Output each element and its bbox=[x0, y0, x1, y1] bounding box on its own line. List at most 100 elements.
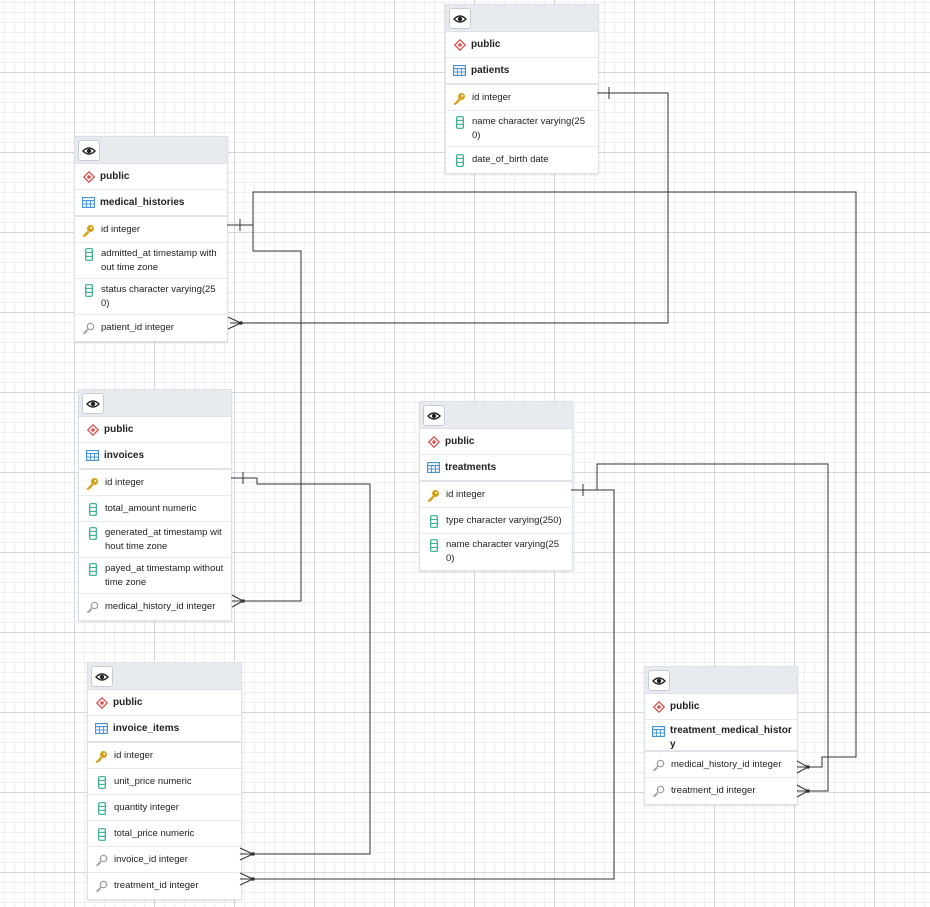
node-header bbox=[446, 5, 598, 32]
column-label: id integer bbox=[472, 92, 512, 103]
column-row[interactable]: status character varying(250) bbox=[75, 279, 227, 315]
column-row[interactable]: id integer bbox=[420, 482, 572, 508]
node-header bbox=[75, 137, 227, 164]
column-row[interactable]: treatment_id integer bbox=[645, 778, 797, 804]
link-items-invoice bbox=[231, 472, 371, 861]
eye-icon[interactable] bbox=[423, 405, 445, 426]
column-row[interactable]: id integer bbox=[79, 470, 231, 496]
table-node-patients[interactable]: public patients id integer name characte… bbox=[445, 4, 599, 174]
table-grid-icon bbox=[427, 461, 440, 474]
column-label: status character varying(250) bbox=[101, 284, 216, 309]
column-label: treatment_id integer bbox=[671, 785, 756, 796]
foreign-key-icon bbox=[86, 600, 99, 614]
column-row[interactable]: date_of_birth date bbox=[446, 147, 598, 173]
table-grid-icon bbox=[82, 196, 95, 209]
column-row[interactable]: id integer bbox=[446, 85, 598, 111]
node-header bbox=[88, 663, 241, 690]
eye-icon[interactable] bbox=[648, 670, 670, 691]
table-node-treatments[interactable]: public treatments id integer type charac… bbox=[419, 401, 573, 571]
column-label: name character varying(250) bbox=[472, 116, 585, 141]
key-icon bbox=[427, 488, 440, 502]
key-icon bbox=[86, 476, 99, 490]
eye-icon[interactable] bbox=[91, 666, 113, 687]
schema-row: public bbox=[75, 164, 227, 190]
schema-diamond-icon bbox=[82, 170, 95, 183]
column-row[interactable]: admitted_at timestamp without time zone bbox=[75, 243, 227, 279]
column-icon bbox=[95, 801, 108, 815]
column-row[interactable]: id integer bbox=[75, 217, 227, 243]
column-label: total_amount numeric bbox=[105, 503, 197, 514]
column-row[interactable]: patient_id integer bbox=[75, 315, 227, 341]
column-row[interactable]: type character varying(250) bbox=[420, 508, 572, 534]
column-label: id integer bbox=[446, 489, 486, 500]
foreign-key-icon bbox=[95, 879, 108, 893]
link-endpoint bbox=[241, 599, 245, 603]
table-name: treatment_medical_history bbox=[670, 725, 792, 750]
column-row[interactable]: name character varying(250) bbox=[446, 111, 598, 147]
table-name: invoices bbox=[104, 450, 145, 461]
column-icon bbox=[453, 153, 466, 167]
table-name-row: patients bbox=[446, 58, 598, 85]
table-name-row: treatments bbox=[420, 455, 572, 482]
link-invoice-mh bbox=[227, 219, 302, 608]
table-name-row: invoices bbox=[79, 443, 231, 470]
node-header bbox=[420, 402, 572, 429]
column-label: quantity integer bbox=[114, 802, 179, 813]
column-row[interactable]: name character varying(250) bbox=[420, 534, 572, 570]
table-node-treatment-medical-history[interactable]: public treatment_medical_history medical… bbox=[644, 666, 798, 805]
schema-name: public bbox=[100, 171, 130, 182]
column-row[interactable]: invoice_id integer bbox=[88, 847, 241, 873]
column-row[interactable]: treatment_id integer bbox=[88, 873, 241, 899]
table-node-invoice-items[interactable]: public invoice_items id integer unit_pri… bbox=[87, 662, 242, 900]
column-icon bbox=[82, 283, 95, 297]
foreign-key-icon bbox=[82, 321, 95, 335]
column-label: id integer bbox=[105, 477, 145, 488]
erd-canvas[interactable]: public patients id integer name characte… bbox=[0, 0, 930, 907]
node-header bbox=[79, 390, 231, 417]
table-name: medical_histories bbox=[100, 197, 185, 208]
table-grid-icon bbox=[86, 449, 99, 462]
column-icon bbox=[95, 775, 108, 789]
link-endpoint bbox=[239, 321, 243, 325]
column-icon bbox=[86, 502, 99, 516]
column-label: generated_at timestamp without time zone bbox=[105, 527, 222, 552]
column-label: payed_at timestamp without time zone bbox=[105, 563, 224, 588]
schema-row: public bbox=[88, 690, 241, 716]
key-icon bbox=[453, 91, 466, 105]
column-row[interactable]: id integer bbox=[88, 743, 241, 769]
column-row[interactable]: medical_history_id integer bbox=[79, 594, 231, 620]
column-icon bbox=[427, 538, 440, 552]
eye-icon[interactable] bbox=[78, 140, 100, 161]
table-node-medical-histories[interactable]: public medical_histories id integer admi… bbox=[74, 136, 228, 342]
column-label: medical_history_id integer bbox=[105, 601, 216, 612]
table-grid-icon bbox=[95, 722, 108, 735]
link-endpoint bbox=[251, 852, 255, 856]
column-label: type character varying(250) bbox=[446, 515, 562, 526]
schema-name: public bbox=[104, 424, 134, 435]
eye-icon[interactable] bbox=[82, 393, 104, 414]
link-endpoint bbox=[806, 789, 810, 793]
column-row[interactable]: payed_at timestamp without time zone bbox=[79, 558, 231, 594]
eye-icon[interactable] bbox=[449, 8, 471, 29]
column-label: id integer bbox=[101, 224, 141, 235]
schema-row: public bbox=[645, 694, 797, 720]
schema-row: public bbox=[79, 417, 231, 443]
schema-diamond-icon bbox=[86, 423, 99, 436]
column-icon bbox=[86, 526, 99, 540]
table-node-invoices[interactable]: public invoices id integer total_amount … bbox=[78, 389, 232, 621]
schema-name: public bbox=[113, 697, 143, 708]
schema-row: public bbox=[446, 32, 598, 58]
column-label: date_of_birth date bbox=[472, 154, 549, 165]
column-row[interactable]: medical_history_id integer bbox=[645, 752, 797, 778]
column-row[interactable]: total_amount numeric bbox=[79, 496, 231, 522]
column-row[interactable]: total_price numeric bbox=[88, 821, 241, 847]
column-label: treatment_id integer bbox=[114, 880, 199, 891]
schema-diamond-icon bbox=[427, 435, 440, 448]
column-label: unit_price numeric bbox=[114, 776, 192, 787]
table-name-row: treatment_medical_history bbox=[645, 720, 797, 752]
column-row[interactable]: unit_price numeric bbox=[88, 769, 241, 795]
column-row[interactable]: quantity integer bbox=[88, 795, 241, 821]
column-row[interactable]: generated_at timestamp without time zone bbox=[79, 522, 231, 558]
link-endpoint bbox=[806, 765, 810, 769]
column-label: id integer bbox=[114, 750, 154, 761]
